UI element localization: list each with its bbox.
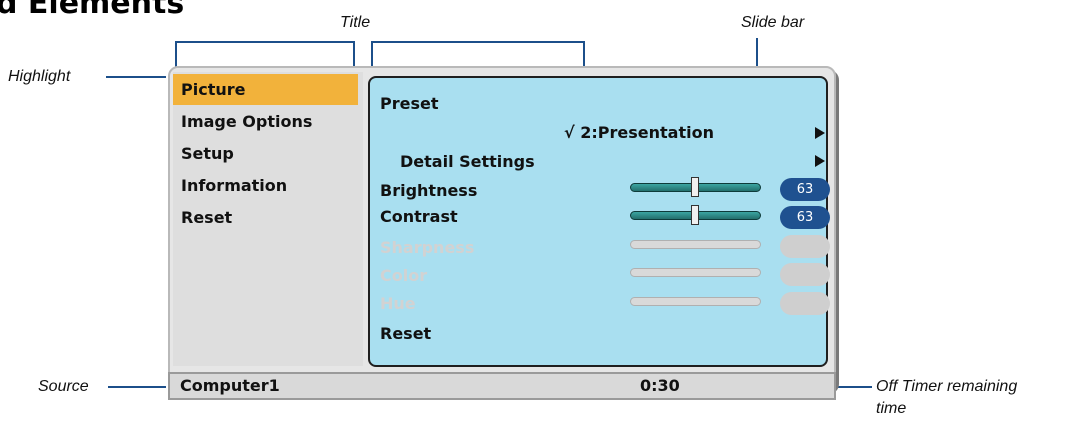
source-name: Computer1 bbox=[180, 376, 280, 395]
highlight-leader-line bbox=[106, 76, 166, 78]
callout-source-label: Source bbox=[38, 378, 89, 395]
sharpness-slider bbox=[630, 240, 761, 249]
brightness-label: Brightness bbox=[380, 181, 478, 200]
detail-settings-label[interactable]: Detail Settings bbox=[400, 152, 535, 171]
hue-label: Hue bbox=[380, 294, 416, 313]
menu-item-setup[interactable]: Setup bbox=[181, 144, 234, 163]
contrast-label: Contrast bbox=[380, 207, 458, 226]
callout-off-timer-label: Off Timer remaining bbox=[876, 378, 1018, 395]
color-label: Color bbox=[380, 266, 428, 285]
callout-highlight-label: Highlight bbox=[8, 68, 71, 85]
color-slider bbox=[630, 268, 761, 277]
menu-item-picture[interactable]: Picture bbox=[181, 80, 245, 99]
brightness-slider-thumb[interactable] bbox=[691, 177, 700, 197]
preset-arrow-icon[interactable] bbox=[815, 127, 825, 139]
contrast-slider-thumb[interactable] bbox=[691, 205, 700, 225]
callout-title-label: Title bbox=[340, 14, 371, 31]
menu-item-image-options[interactable]: Image Options bbox=[181, 112, 312, 131]
hue-slider bbox=[630, 297, 761, 306]
source-leader-line bbox=[108, 386, 166, 388]
hue-value-badge bbox=[780, 292, 830, 315]
sharpness-label: Sharpness bbox=[380, 238, 475, 257]
sharpness-value-badge bbox=[780, 235, 830, 258]
preset-value[interactable]: √ 2:Presentation bbox=[564, 123, 714, 142]
menu-item-reset[interactable]: Reset bbox=[181, 208, 232, 227]
callout-off-timer-label-2: time bbox=[876, 400, 907, 417]
menu-bracket-top bbox=[175, 41, 355, 43]
page-heading: d Elements bbox=[0, 0, 185, 21]
menu-item-information[interactable]: Information bbox=[181, 176, 287, 195]
preset-label: Preset bbox=[380, 94, 439, 113]
brightness-value-badge: 63 bbox=[780, 178, 830, 201]
callout-slide-bar-label: Slide bar bbox=[741, 14, 805, 31]
detail-settings-arrow-icon[interactable] bbox=[815, 155, 825, 167]
color-value-badge bbox=[780, 263, 830, 286]
title-bracket-top bbox=[371, 41, 585, 43]
panel-reset-label[interactable]: Reset bbox=[380, 324, 431, 343]
contrast-value-badge: 63 bbox=[780, 206, 830, 229]
off-timer-value: 0:30 bbox=[640, 376, 680, 395]
